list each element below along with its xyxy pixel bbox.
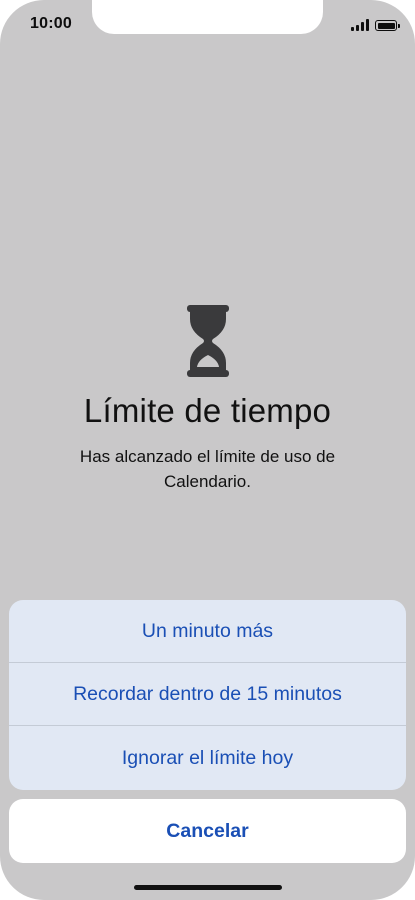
cancel-button[interactable]: Cancelar [9, 799, 406, 863]
remind-in-15-minutes-button[interactable]: Recordar dentro de 15 minutos [9, 663, 406, 726]
notch [92, 0, 323, 34]
home-indicator[interactable] [134, 885, 282, 890]
battery-icon [375, 20, 400, 31]
phone-frame: 10:00 Límite de tiempo Has alcanzado el … [0, 0, 415, 900]
status-time: 10:00 [30, 15, 72, 32]
one-more-minute-button[interactable]: Un minuto más [9, 600, 406, 663]
page-title: Límite de tiempo [83, 392, 332, 429]
ignore-limit-today-button[interactable]: Ignorar el límite hoy [9, 726, 406, 790]
limit-message: Has alcanzado el límite de uso de Calend… [79, 447, 336, 491]
hourglass-icon [187, 305, 229, 377]
screen: 10:00 Límite de tiempo Has alcanzado el … [0, 0, 415, 900]
action-sheet: Un minuto más Recordar dentro de 15 minu… [9, 600, 406, 790]
status-icons [351, 17, 400, 31]
cellular-signal-icon [351, 19, 369, 31]
